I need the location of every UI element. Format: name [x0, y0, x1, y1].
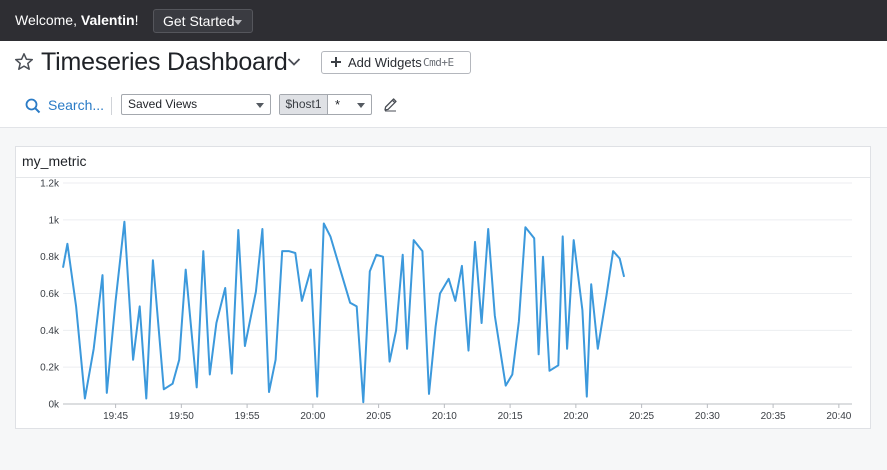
template-variable-host1[interactable]: $host1 *: [279, 94, 372, 115]
add-widgets-label: Add Widgets: [348, 55, 422, 70]
timeseries-widget[interactable]: my_metric 0k 0.2k 0.4k 0.6k 0.8k 1k 1.2k 19:45 1…: [15, 146, 871, 429]
welcome-message: Welcome, Valentin!: [15, 12, 138, 28]
welcome-prefix: Welcome,: [15, 12, 81, 28]
y-tick-label: 0.6k: [40, 289, 60, 300]
dashboard-title[interactable]: Timeseries Dashboard: [41, 48, 288, 77]
search-icon: [25, 98, 41, 114]
y-tick-label: 0.8k: [40, 252, 60, 263]
get-started-label: Get Started: [163, 13, 235, 29]
template-variable-value: *: [335, 97, 341, 112]
x-tick-label: 20:10: [432, 411, 457, 422]
x-tick-label: 20:00: [300, 411, 325, 422]
welcome-user-name: Valentin: [80, 12, 135, 28]
y-tick-label: 0k: [48, 400, 60, 411]
pencil-icon[interactable]: [383, 97, 398, 112]
get-started-dropdown[interactable]: Get Started: [153, 9, 253, 33]
y-tick-label: 0.4k: [40, 326, 60, 337]
keyboard-shortcut: Cmd+E: [423, 56, 454, 69]
x-tick-label: 20:40: [826, 411, 851, 422]
x-tick-label: 19:45: [103, 411, 128, 422]
x-tick-label: 20:25: [629, 411, 654, 422]
timeseries-chart[interactable]: 0k 0.2k 0.4k 0.6k 0.8k 1k 1.2k 19:45 19:50 19:55 2…: [16, 147, 870, 428]
x-tick-label: 20:15: [498, 411, 523, 422]
x-tick-label: 20:20: [563, 411, 588, 422]
toolbar-divider: [111, 97, 112, 115]
y-tick-label: 1.2k: [40, 179, 60, 190]
y-tick-label: 1k: [48, 215, 60, 226]
plus-icon: [331, 57, 341, 67]
chevron-down-icon[interactable]: [287, 57, 301, 67]
star-icon[interactable]: [14, 52, 34, 72]
welcome-suffix: !: [134, 12, 139, 28]
x-tick-label: 20:35: [761, 411, 786, 422]
dashboard-header: Timeseries Dashboard Add Widgets Cmd+E S…: [0, 41, 887, 128]
x-tick-label: 19:50: [169, 411, 194, 422]
template-variable-name: $host1: [280, 95, 328, 114]
caret-down-icon: [234, 20, 242, 25]
y-tick-label: 0.2k: [40, 363, 60, 374]
series-line: [62, 220, 626, 404]
x-tick-label: 20:30: [695, 411, 720, 422]
top-bar: Welcome, Valentin! Get Started: [0, 0, 887, 41]
saved-views-select[interactable]: Saved Views: [121, 94, 271, 115]
search-label: Search...: [48, 97, 105, 113]
caret-down-icon: [256, 103, 264, 108]
saved-views-value: Saved Views: [128, 97, 198, 111]
x-tick-label: 19:55: [235, 411, 260, 422]
add-widgets-button[interactable]: Add Widgets Cmd+E: [321, 51, 471, 74]
x-tick-label: 20:05: [366, 411, 391, 422]
caret-down-icon: [357, 103, 365, 108]
